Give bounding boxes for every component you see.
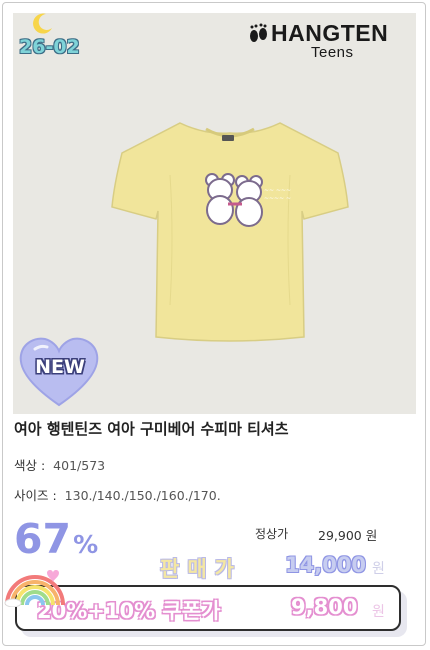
discount-rate: 67% [14,515,98,563]
regular-price-label: 정상가 [255,527,289,541]
brand-logo: HANGTEN Teens [247,20,407,64]
discount-value: 67 [14,515,72,563]
brand-name: HANGTEN [271,20,389,46]
new-badge-label: NEW [35,356,85,378]
coupon-price: 9,800 [291,595,358,619]
new-badge: NEW [17,335,101,409]
sale-price: 14,000 [285,553,367,577]
size-row: 사이즈 : 130./140./150./160./170. [14,485,221,504]
color-row: 색상 : 401/573 [14,455,105,474]
svg-text:~~~~ ~: ~~~~ ~ [264,195,291,202]
sale-price-unit: 원 [372,561,385,577]
coupon-price-box: 20%+10% 쿠폰가 9,800 원 [15,585,407,637]
coupon-price-unit: 원 [372,604,385,620]
color-value: 401/573 [53,458,106,473]
regular-price: 29,900 원 [318,528,378,543]
coupon-frame: 20%+10% 쿠폰가 9,800 원 [15,585,401,631]
t-shirt-image: ~~ ~~~ ~~~~ ~ [111,122,349,342]
moon-icon [33,13,52,34]
collection-code-badge: 26-02 [19,36,80,58]
footprint-logo-icon [250,23,267,42]
size-value: 130./140./150./160./170. [64,488,221,503]
discount-unit: % [73,530,99,559]
size-label: 사이즈 : [14,488,57,503]
sale-price-label: 판매가 [160,557,242,581]
color-label: 색상 : [14,458,46,473]
rainbow-icon [4,570,65,607]
svg-text:~~ ~~~: ~~ ~~~ [264,187,291,194]
product-title[interactable]: 여아 행텐틴즈 여아 구미베어 수피마 티셔츠 [14,418,289,439]
brand-sub: Teens [311,44,354,61]
